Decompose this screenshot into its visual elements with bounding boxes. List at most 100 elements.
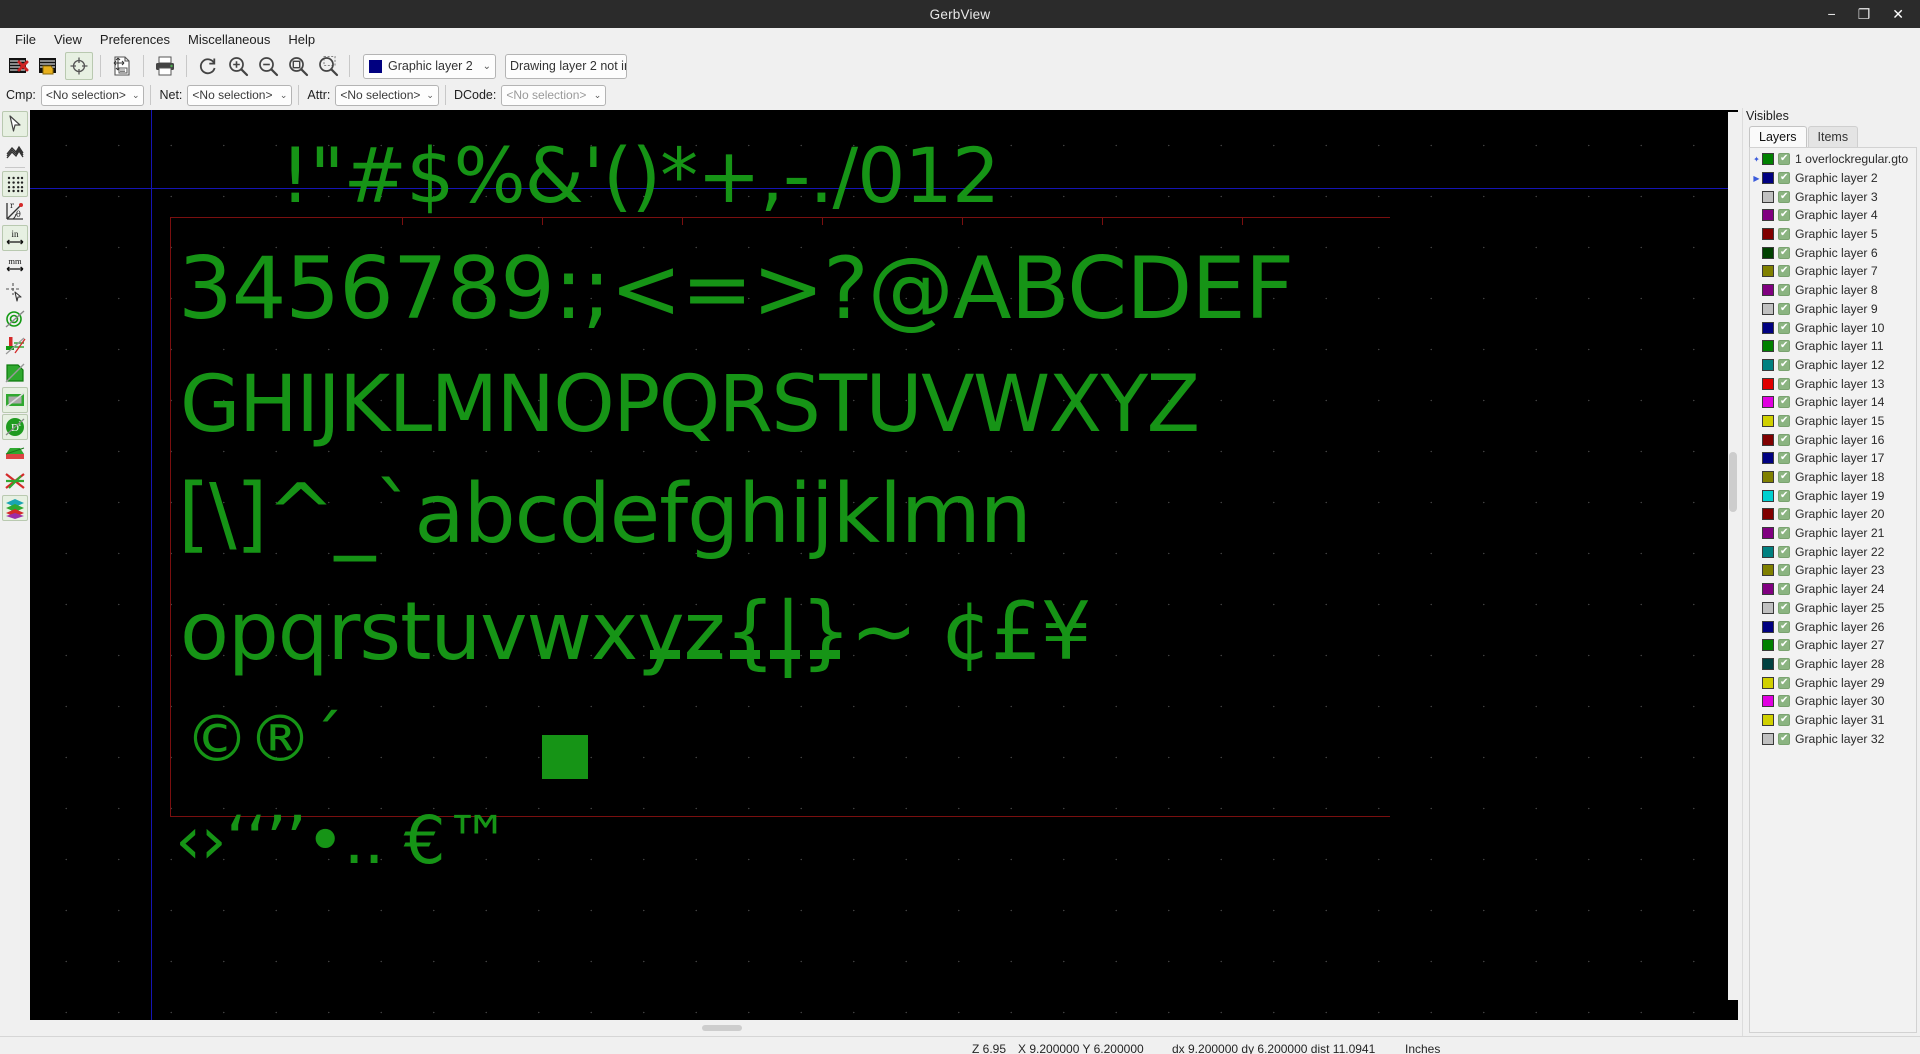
- layer-visibility-checkbox[interactable]: [1778, 152, 1790, 166]
- layer-color-swatch[interactable]: [1762, 284, 1774, 297]
- layer-color-swatch[interactable]: [1762, 321, 1774, 334]
- layers-manager-icon[interactable]: [2, 495, 28, 521]
- layer-color-swatch[interactable]: [1762, 489, 1774, 502]
- layer-visibility-checkbox[interactable]: [1778, 414, 1790, 427]
- layer-color-swatch[interactable]: [1762, 713, 1774, 726]
- zoom-area-icon[interactable]: [314, 52, 342, 80]
- xor-mode-icon[interactable]: [2, 468, 28, 494]
- layer-color-swatch[interactable]: [1762, 583, 1774, 596]
- menu-help[interactable]: Help: [279, 30, 324, 49]
- layer-row[interactable]: Graphic layer 11: [1750, 337, 1916, 356]
- layer-visibility-checkbox[interactable]: [1778, 227, 1790, 241]
- layer-visibility-checkbox[interactable]: [1778, 582, 1790, 596]
- layer-color-swatch[interactable]: [1762, 209, 1774, 222]
- layer-color-swatch[interactable]: [1762, 190, 1774, 203]
- layer-visibility-checkbox[interactable]: [1778, 676, 1790, 689]
- layer-row[interactable]: Graphic layer 20: [1750, 505, 1916, 524]
- close-button[interactable]: ✕: [1892, 7, 1904, 21]
- open-gerber-file-icon[interactable]: [35, 52, 63, 80]
- layer-row[interactable]: Graphic layer 21: [1750, 524, 1916, 543]
- layer-visibility-checkbox[interactable]: [1778, 433, 1790, 446]
- print-icon[interactable]: [151, 52, 179, 80]
- layer-visibility-checkbox[interactable]: [1778, 507, 1790, 521]
- layer-visibility-checkbox[interactable]: [1778, 526, 1790, 540]
- layer-row[interactable]: Graphic layer 9: [1750, 300, 1916, 319]
- layer-color-swatch[interactable]: [1762, 452, 1774, 465]
- layer-visibility-checkbox[interactable]: [1778, 545, 1790, 558]
- layer-row[interactable]: Graphic layer 12: [1750, 356, 1916, 375]
- layer-visibility-checkbox[interactable]: [1778, 171, 1790, 185]
- layer-color-swatch[interactable]: [1762, 377, 1774, 390]
- layer-visibility-checkbox[interactable]: [1778, 283, 1790, 297]
- layer-row[interactable]: Graphic layer 19: [1750, 486, 1916, 505]
- layer-row[interactable]: Graphic layer 28: [1750, 655, 1916, 674]
- zoom-in-icon[interactable]: [224, 52, 252, 80]
- layer-visibility-checkbox[interactable]: [1778, 638, 1790, 652]
- layer-visibility-checkbox[interactable]: [1778, 470, 1790, 484]
- sketch-lines-icon[interactable]: [2, 333, 28, 359]
- layer-color-swatch[interactable]: [1762, 265, 1774, 278]
- layer-visibility-checkbox[interactable]: [1778, 246, 1790, 259]
- layer-color-swatch[interactable]: [1762, 246, 1774, 259]
- layer-row[interactable]: Graphic layer 15: [1750, 412, 1916, 431]
- layer-row[interactable]: Graphic layer 31: [1750, 711, 1916, 730]
- sketch-polygons-icon[interactable]: [2, 360, 28, 386]
- layer-row[interactable]: ✦ 1 overlockregular.gto: [1750, 150, 1916, 169]
- layer-row[interactable]: Graphic layer 13: [1750, 374, 1916, 393]
- layer-row[interactable]: Graphic layer 25: [1750, 599, 1916, 618]
- canvas-vertical-scrollbar[interactable]: [1728, 112, 1738, 1000]
- menu-preferences[interactable]: Preferences: [91, 30, 179, 49]
- layer-color-swatch[interactable]: [1762, 545, 1774, 558]
- layer-visibility-checkbox[interactable]: [1778, 732, 1790, 745]
- gerber-canvas[interactable]: !"#$%&'()*+,-./012 3456789:;<=>?@ABCDEF …: [30, 110, 1738, 1020]
- layer-visibility-checkbox[interactable]: [1778, 321, 1790, 334]
- layer-row[interactable]: Graphic layer 32: [1750, 729, 1916, 748]
- layer-row[interactable]: Graphic layer 5: [1750, 225, 1916, 244]
- layer-row[interactable]: Graphic layer 16: [1750, 430, 1916, 449]
- layer-row[interactable]: Graphic layer 17: [1750, 449, 1916, 468]
- layer-color-swatch[interactable]: [1762, 153, 1774, 166]
- layer-color-swatch[interactable]: [1762, 508, 1774, 521]
- tab-layers[interactable]: Layers: [1749, 126, 1807, 147]
- layer-color-swatch[interactable]: [1762, 695, 1774, 708]
- units-inches-icon[interactable]: in: [2, 225, 28, 251]
- refresh-icon[interactable]: [194, 52, 222, 80]
- layer-row[interactable]: Graphic layer 3: [1750, 187, 1916, 206]
- layer-visibility-checkbox[interactable]: [1778, 601, 1790, 614]
- layer-color-swatch[interactable]: [1762, 620, 1774, 633]
- units-millimeters-icon[interactable]: mm: [2, 252, 28, 278]
- dcode-selector[interactable]: <No selection> ⌄: [501, 84, 607, 106]
- full-screen-cursor-icon[interactable]: [2, 279, 28, 305]
- tab-items[interactable]: Items: [1807, 126, 1859, 147]
- show-page-limits-icon[interactable]: [65, 52, 93, 80]
- polar-coordinates-icon[interactable]: r θ: [2, 198, 28, 224]
- layer-row[interactable]: Graphic layer 8: [1750, 281, 1916, 300]
- layer-list[interactable]: ✦ 1 overlockregular.gto ▶ Graphic layer 2 Gr…: [1749, 147, 1917, 1033]
- layer-row[interactable]: Graphic layer 30: [1750, 692, 1916, 711]
- canvas-horizontal-scrollbar-thumb[interactable]: [702, 1025, 742, 1031]
- net-selector[interactable]: <No selection> ⌄: [187, 84, 293, 106]
- menu-file[interactable]: File: [6, 30, 45, 49]
- page-settings-icon[interactable]: [108, 52, 136, 80]
- canvas-horizontal-scrollbar[interactable]: [30, 1020, 1728, 1036]
- clear-layers-icon[interactable]: [5, 52, 33, 80]
- highlight-negative-objects-icon[interactable]: [2, 138, 28, 164]
- layer-color-swatch[interactable]: [1762, 564, 1774, 577]
- layer-row[interactable]: Graphic layer 29: [1750, 673, 1916, 692]
- cmp-selector[interactable]: <No selection> ⌄: [40, 84, 145, 106]
- layer-row[interactable]: Graphic layer 18: [1750, 468, 1916, 487]
- layer-row[interactable]: Graphic layer 10: [1750, 318, 1916, 337]
- layer-color-swatch[interactable]: [1762, 527, 1774, 540]
- layer-visibility-checkbox[interactable]: [1778, 489, 1790, 502]
- menu-view[interactable]: View: [45, 30, 91, 49]
- layer-row[interactable]: Graphic layer 24: [1750, 580, 1916, 599]
- zoom-fit-icon[interactable]: [284, 52, 312, 80]
- layer-row[interactable]: Graphic layer 23: [1750, 561, 1916, 580]
- maximize-button[interactable]: ❐: [1858, 7, 1871, 21]
- sketch-flashed-items-icon[interactable]: [2, 306, 28, 332]
- zoom-out-icon[interactable]: [254, 52, 282, 80]
- layer-color-swatch[interactable]: [1762, 601, 1774, 614]
- layer-color-swatch[interactable]: [1762, 732, 1774, 745]
- layer-visibility-checkbox[interactable]: [1778, 190, 1790, 203]
- layer-row[interactable]: Graphic layer 7: [1750, 262, 1916, 281]
